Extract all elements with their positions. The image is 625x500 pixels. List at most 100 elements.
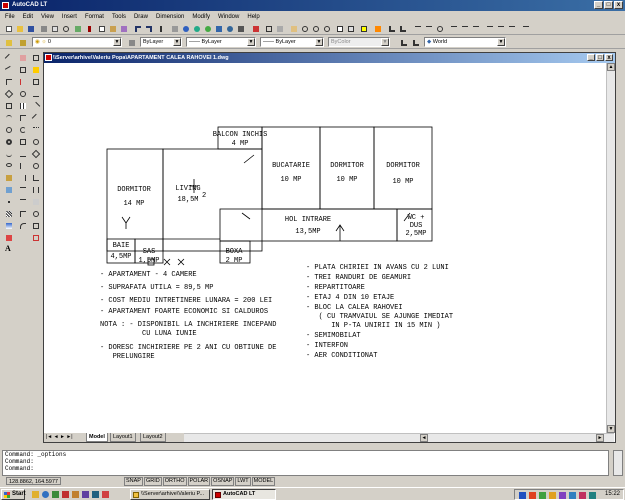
snap-toggle[interactable]: SNAP xyxy=(124,477,143,486)
model-toggle[interactable]: MODEL xyxy=(251,477,276,486)
snap-extension-icon[interactable] xyxy=(30,124,42,136)
quicklaunch-desktop-icon[interactable] xyxy=(52,491,59,498)
menu-view[interactable]: View xyxy=(40,14,55,20)
spelling-icon[interactable] xyxy=(72,23,82,33)
distance-icon[interactable] xyxy=(169,23,179,33)
rotate-icon[interactable] xyxy=(17,124,29,136)
pan-icon[interactable] xyxy=(288,23,298,33)
dimension-edit-icon[interactable] xyxy=(495,23,505,33)
chevron-down-icon[interactable]: ▼ xyxy=(113,38,121,46)
quicklaunch-folder-icon[interactable] xyxy=(32,491,39,498)
task-explorer[interactable]: \\Server\arhive\Valeriu P... xyxy=(130,489,210,500)
join-icon[interactable] xyxy=(17,196,29,208)
snap-parallel-icon[interactable] xyxy=(30,184,42,196)
lwt-toggle[interactable]: LWT xyxy=(235,477,251,486)
snap-insert-icon[interactable] xyxy=(30,196,42,208)
make-current-icon[interactable] xyxy=(126,37,136,47)
app-title-bar[interactable]: AutoCAD LT _ □ x xyxy=(0,0,625,11)
hatch-icon[interactable] xyxy=(3,208,15,220)
drawing-minimize-button[interactable]: _ xyxy=(587,54,595,61)
stretch-icon[interactable] xyxy=(17,148,29,160)
quicklaunch-app-icon-4[interactable] xyxy=(92,491,99,498)
publish-icon[interactable] xyxy=(213,23,223,33)
ellipse-icon[interactable] xyxy=(3,160,15,172)
menu-insert[interactable]: Insert xyxy=(61,14,78,20)
scale-icon[interactable] xyxy=(17,136,29,148)
minimize-button[interactable]: _ xyxy=(594,1,603,9)
snap-tangent-icon[interactable] xyxy=(30,160,42,172)
array-icon[interactable] xyxy=(17,100,29,112)
hyperlink-icon[interactable] xyxy=(180,23,190,33)
color-dropdown[interactable]: ByLayer ▼ xyxy=(140,37,182,47)
layer-previous-icon[interactable] xyxy=(17,37,27,47)
polyline-icon[interactable] xyxy=(3,76,15,88)
tray-app-icon-2[interactable] xyxy=(559,492,566,499)
menu-modify[interactable]: Modify xyxy=(191,14,211,20)
chamfer-icon[interactable] xyxy=(17,208,29,220)
tab-layout1[interactable]: Layout1 xyxy=(110,433,136,442)
horizontal-scrollbar[interactable]: ◄ ► xyxy=(184,433,614,442)
ortho-toggle[interactable]: ORTHO xyxy=(162,477,187,486)
linetype-dropdown[interactable]: —— ByLayer ▼ xyxy=(186,37,256,47)
print-icon[interactable] xyxy=(38,23,48,33)
scroll-up-icon[interactable]: ▲ xyxy=(607,63,615,71)
match-properties-icon[interactable] xyxy=(118,23,128,33)
open-folder-icon[interactable] xyxy=(14,23,24,33)
tray-network-icon[interactable] xyxy=(539,492,546,499)
command-line-3[interactable]: Command: xyxy=(5,465,608,472)
menu-tools[interactable]: Tools xyxy=(111,14,127,20)
dimension-center-icon[interactable] xyxy=(484,23,494,33)
find-replace-icon[interactable] xyxy=(60,23,70,33)
maximize-button[interactable]: □ xyxy=(604,1,613,9)
tray-antivirus-icon[interactable] xyxy=(529,492,536,499)
quicklaunch-app-icon-3[interactable] xyxy=(82,491,89,498)
web-icon[interactable] xyxy=(202,23,212,33)
menu-draw[interactable]: Draw xyxy=(133,14,149,20)
spline-icon[interactable] xyxy=(3,148,15,160)
drawing-maximize-button[interactable]: □ xyxy=(596,54,604,61)
ray-icon[interactable] xyxy=(3,64,15,76)
layer-manager-icon[interactable] xyxy=(3,37,13,47)
globe-icon[interactable] xyxy=(191,23,201,33)
menu-edit[interactable]: Edit xyxy=(22,14,34,20)
tray-app-icon-3[interactable] xyxy=(579,492,586,499)
tray-volume-icon[interactable] xyxy=(569,492,576,499)
chevron-down-icon[interactable]: ▼ xyxy=(173,38,181,46)
etransmit-icon[interactable] xyxy=(224,23,234,33)
dimension-radius-icon[interactable] xyxy=(434,23,444,33)
scroll-right-icon[interactable]: ► xyxy=(596,434,604,442)
drawing-close-button[interactable]: x xyxy=(605,54,613,61)
close-button[interactable]: x xyxy=(614,1,623,9)
undo-icon[interactable] xyxy=(132,23,142,33)
dimension-style-icon[interactable] xyxy=(506,23,516,33)
coordinate-display[interactable]: 128.8862, 164.5977 xyxy=(6,477,61,485)
copy-object-icon[interactable] xyxy=(17,64,29,76)
command-scrollbar[interactable] xyxy=(613,450,623,476)
menu-format[interactable]: Format xyxy=(84,14,105,20)
layer-dropdown[interactable]: ◉ ☼ 0 ▼ xyxy=(32,37,122,47)
rectangle-icon[interactable] xyxy=(3,100,15,112)
offset-icon[interactable] xyxy=(17,88,29,100)
move-icon[interactable] xyxy=(17,112,29,124)
drawing-canvas[interactable]: BALCON INCHIS 4 MP BUCATARIE 10 MP DORMI… xyxy=(44,63,606,434)
line-icon[interactable] xyxy=(3,52,15,64)
gradient-icon[interactable] xyxy=(3,220,15,232)
highlight-icon[interactable] xyxy=(372,23,382,33)
tray-app-icon-1[interactable] xyxy=(549,492,556,499)
arc-icon[interactable] xyxy=(3,112,15,124)
temp-track-icon[interactable] xyxy=(30,52,42,64)
point-icon[interactable] xyxy=(3,196,15,208)
drawing-icon[interactable] xyxy=(45,54,52,61)
grid-toggle[interactable]: GRID xyxy=(143,477,162,486)
zoom-previous-icon[interactable] xyxy=(321,23,331,33)
autocad-icon[interactable] xyxy=(2,2,9,9)
design-center-icon[interactable] xyxy=(345,23,355,33)
dimension-update-icon[interactable] xyxy=(520,23,530,33)
dimension-tolerance-icon[interactable] xyxy=(470,23,480,33)
polygon-icon[interactable] xyxy=(3,88,15,100)
quicklaunch-app-icon-5[interactable] xyxy=(102,491,109,498)
snap-nearest-icon[interactable] xyxy=(30,220,42,232)
tool-palette-icon[interactable] xyxy=(274,23,284,33)
polar-toggle[interactable]: POLAR xyxy=(187,477,211,486)
fillet-icon[interactable] xyxy=(17,220,29,232)
